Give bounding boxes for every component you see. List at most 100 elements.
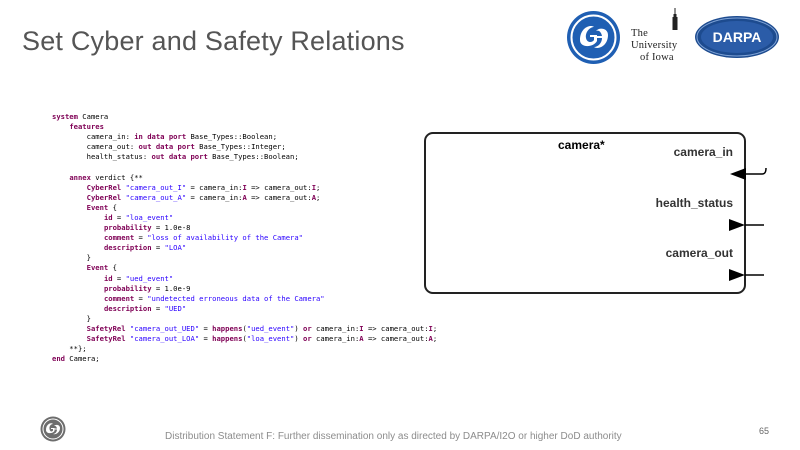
code-text: ; xyxy=(316,182,321,192)
uiowa-line: of Iowa xyxy=(640,52,674,63)
code-text: health_status: xyxy=(52,152,152,162)
code-text: => camera_out: xyxy=(363,334,429,344)
code-keyword: comment xyxy=(103,233,135,243)
code-text: Camera xyxy=(77,112,109,121)
code-text: => camera_out: xyxy=(246,182,312,192)
code-string: "UED" xyxy=(164,303,187,313)
code-text: camera_out: xyxy=(52,142,139,152)
component-label: camera* xyxy=(558,138,605,152)
code-keyword: Event xyxy=(86,202,109,212)
code-string: "LOA" xyxy=(164,243,187,253)
code-text: = 1.0e-8 xyxy=(151,223,191,233)
code-text: ) xyxy=(294,323,304,333)
code-text: } xyxy=(52,313,91,323)
code-keyword: CyberRel xyxy=(86,182,122,192)
code-keyword: CyberRel xyxy=(86,192,122,202)
uiowa-logo: The University of Iowa xyxy=(628,8,690,66)
code-string: "loa_event" xyxy=(125,212,174,222)
code-string: "camera_out_A" xyxy=(125,192,187,202)
code-keyword: probability xyxy=(103,283,152,293)
ge-footer-logo-icon xyxy=(40,416,66,442)
code-string: "camera_out_I" xyxy=(125,182,187,192)
code-text: { xyxy=(108,263,117,273)
code-text: verdict {** xyxy=(90,172,143,182)
code-line: system Camera xyxy=(52,112,512,122)
code-keyword: system xyxy=(52,112,78,121)
code-keyword: id xyxy=(103,212,113,222)
code-keyword: end xyxy=(52,354,65,364)
code-text: = xyxy=(151,303,165,313)
code-keyword: out data port xyxy=(138,142,195,152)
code-string: "camera_out_UED" xyxy=(129,323,200,333)
port-label-health-status: health_status xyxy=(656,196,734,210)
code-text: ; xyxy=(316,192,321,202)
code-keyword: in data port xyxy=(134,132,187,142)
code-text: { xyxy=(108,202,117,212)
code-keyword: Event xyxy=(86,263,109,273)
code-line: **}; xyxy=(52,344,512,354)
code-line: description = "UED" xyxy=(52,304,512,314)
code-text: => camera_out: xyxy=(363,323,429,333)
code-keyword: or xyxy=(303,334,312,344)
code-text: ) xyxy=(294,334,304,344)
slide-title: Set Cyber and Safety Relations xyxy=(22,26,405,56)
code-keyword: SafetyRel xyxy=(86,323,126,333)
code-line: end Camera; xyxy=(52,354,512,364)
code-keyword: comment xyxy=(103,293,135,303)
code-text: **}; xyxy=(52,344,87,354)
code-text: = xyxy=(151,243,165,253)
code-keyword: or xyxy=(303,323,312,333)
uiowa-line: University xyxy=(631,40,678,51)
distribution-statement: Distribution Statement F: Further dissem… xyxy=(165,431,622,442)
code-text: = xyxy=(112,212,126,222)
code-text: = camera_in: xyxy=(186,192,243,202)
code-string: "loss of availability of the Camera" xyxy=(147,233,303,243)
code-text: ; xyxy=(432,334,438,344)
code-keyword: description xyxy=(103,243,152,253)
code-keyword: probability xyxy=(103,223,152,233)
uiowa-line: The xyxy=(631,28,648,39)
code-keyword: annex xyxy=(69,172,91,182)
port-label-camera-out: camera_out xyxy=(666,246,733,260)
code-keyword: SafetyRel xyxy=(86,334,126,344)
port-label-camera-in: camera_in xyxy=(674,145,733,159)
darpa-logo-icon: DARPA xyxy=(695,16,779,58)
code-line: SafetyRel "camera_out_UED" = happens("ue… xyxy=(52,324,512,334)
code-line: SafetyRel "camera_out_LOA" = happens("lo… xyxy=(52,334,512,344)
code-text: = xyxy=(134,293,148,303)
code-text: Base_Types::Boolean; xyxy=(186,132,278,142)
code-string: "camera_out_LOA" xyxy=(129,334,200,344)
code-keyword: happens xyxy=(212,334,243,344)
code-text: = xyxy=(112,273,126,283)
code-text: = camera_in: xyxy=(186,182,243,192)
code-text: = xyxy=(199,334,213,344)
code-keyword: description xyxy=(103,303,152,313)
code-text: camera_in: xyxy=(52,132,135,142)
code-string: "undetected erroneous data of the Camera… xyxy=(147,293,325,303)
code-text: = xyxy=(199,323,213,333)
code-keyword: features xyxy=(69,122,104,132)
page-number: 65 xyxy=(759,426,770,436)
code-text: camera_in: xyxy=(311,323,360,333)
code-keyword: id xyxy=(103,273,113,283)
port-in-line xyxy=(746,167,767,175)
code-line: } xyxy=(52,314,512,324)
code-text: } xyxy=(52,253,91,263)
camera-component-diagram: camera* camera_in health_status camera_o… xyxy=(424,132,767,294)
code-text: Base_Types::Integer; xyxy=(194,142,286,152)
code-text: Camera; xyxy=(64,354,100,364)
